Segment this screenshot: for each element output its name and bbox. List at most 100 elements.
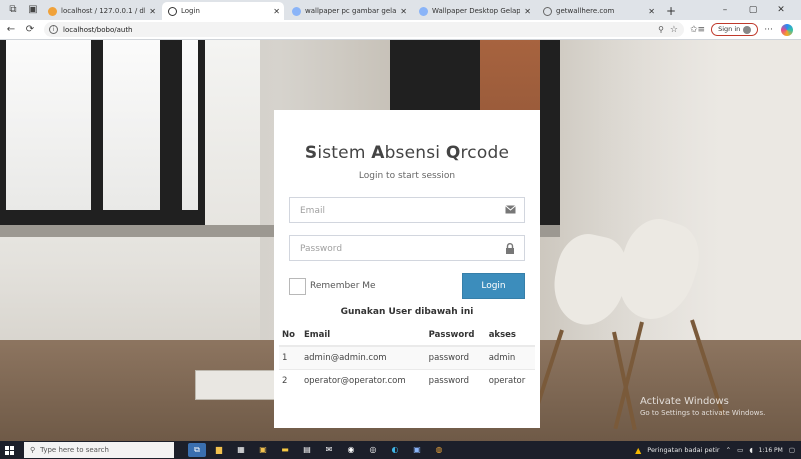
notifications-icon[interactable]: ▢ bbox=[789, 446, 795, 454]
zoom-icon[interactable]: ⚲ bbox=[658, 25, 664, 34]
close-tab-icon[interactable]: ✕ bbox=[524, 7, 531, 16]
phpmyadmin-favicon-icon bbox=[48, 6, 57, 16]
maximize-button[interactable]: ▢ bbox=[740, 0, 766, 20]
column-header: Email bbox=[300, 325, 426, 347]
copilot-icon[interactable] bbox=[780, 23, 793, 36]
table-row: 2 operator@operator.com password operato… bbox=[279, 369, 535, 392]
column-header: akses bbox=[485, 325, 535, 347]
system-tray: ▲ Peringatan badai petir ⌃ ▭ ◖ 1:16 PM ▢ bbox=[635, 446, 801, 455]
window-mullion bbox=[160, 40, 182, 225]
brand-letter: Q bbox=[445, 143, 461, 163]
volume-icon[interactable]: ◖ bbox=[749, 446, 752, 454]
tab-phpmyadmin[interactable]: localhost / 127.0.0.1 / db_sis ✕ bbox=[42, 2, 160, 20]
email-field-group bbox=[289, 197, 525, 223]
file-explorer-icon[interactable]: ▆ bbox=[210, 443, 228, 457]
tab-login[interactable]: Login ✕ bbox=[162, 2, 284, 20]
tab-title: Login bbox=[181, 7, 200, 15]
column-header: Password bbox=[425, 325, 486, 347]
url-field[interactable]: i localhost/bobo/auth ⚲ ☆ bbox=[44, 22, 684, 37]
tab-title: wallpaper pc gambar gelap bbox=[305, 7, 397, 15]
login-button[interactable]: Login bbox=[462, 273, 525, 299]
table-cell: password bbox=[425, 345, 486, 370]
tab-wallpaper-search[interactable]: wallpaper pc gambar gelap ✕ bbox=[286, 2, 411, 20]
remember-me[interactable]: Remember Me bbox=[289, 277, 376, 295]
login-subtitle: Login to start session bbox=[358, 171, 456, 181]
windows-logo-icon bbox=[4, 445, 14, 455]
radiator bbox=[195, 370, 280, 400]
table-cell: admin@admin.com bbox=[300, 345, 426, 370]
start-button[interactable] bbox=[0, 441, 18, 459]
search-icon: ⚲ bbox=[30, 446, 36, 454]
site-info-icon[interactable]: i bbox=[49, 25, 58, 34]
explorer-folder-icon[interactable]: ▬ bbox=[276, 443, 294, 457]
close-tab-icon[interactable]: ✕ bbox=[400, 7, 407, 16]
close-tab-icon[interactable]: ✕ bbox=[149, 7, 156, 16]
clock[interactable]: 1:16 PM bbox=[759, 447, 783, 454]
sign-in-label: Sign in bbox=[718, 25, 741, 33]
brand-text: rcode bbox=[460, 143, 510, 163]
sign-in-button[interactable]: Sign in bbox=[711, 23, 759, 36]
tray-chevron-icon[interactable]: ⌃ bbox=[726, 446, 731, 454]
tab-title: localhost / 127.0.0.1 / db_sis bbox=[61, 7, 145, 15]
calculator-icon[interactable]: ▤ bbox=[298, 443, 316, 457]
close-tab-icon[interactable]: ✕ bbox=[648, 7, 655, 16]
tab-getwallhere[interactable]: getwallhere.com ✕ bbox=[537, 2, 659, 20]
avatar-icon bbox=[743, 25, 752, 34]
window-glass bbox=[103, 40, 198, 210]
column-header: No bbox=[279, 325, 301, 347]
more-menu-icon[interactable]: ··· bbox=[764, 25, 773, 35]
settings-icon[interactable]: ◎ bbox=[364, 443, 382, 457]
edge-browser-icon[interactable]: ◐ bbox=[386, 443, 404, 457]
url-text: localhost/bobo/auth bbox=[63, 25, 133, 34]
email-input[interactable] bbox=[290, 199, 524, 223]
close-tab-icon[interactable]: ✕ bbox=[273, 7, 280, 16]
globe-icon bbox=[168, 6, 177, 16]
briefcase-icon[interactable]: ▣ bbox=[254, 443, 272, 457]
favorites-icon[interactable]: ✩≡ bbox=[690, 25, 705, 35]
remember-me-label: Remember Me bbox=[310, 281, 376, 291]
brand-letter: A bbox=[371, 143, 385, 163]
photos-icon[interactable]: ▣ bbox=[408, 443, 426, 457]
close-window-button[interactable]: ✕ bbox=[768, 0, 794, 20]
tab-title: getwallhere.com bbox=[556, 7, 615, 15]
brand-text: istem bbox=[317, 143, 372, 163]
table-cell: admin bbox=[485, 345, 535, 370]
task-view-icon[interactable]: ⧉ bbox=[188, 443, 206, 457]
favorite-star-icon[interactable]: ☆ bbox=[670, 25, 678, 35]
table-header-row: No Email Password akses bbox=[279, 325, 535, 347]
search-favicon-icon bbox=[419, 6, 428, 16]
tab-title: Wallpaper Desktop Gelap - bbox=[432, 7, 521, 15]
user-hint-heading: Gunakan User dibawah ini bbox=[340, 307, 474, 317]
table-row: 1 admin@admin.com password admin bbox=[279, 345, 535, 370]
table-cell: 2 bbox=[279, 369, 301, 392]
brand-letter: S bbox=[304, 143, 318, 163]
tab-actions-icon[interactable]: ▣ bbox=[26, 3, 40, 17]
workspaces-icon[interactable]: ⧉ bbox=[6, 3, 20, 17]
mail-icon[interactable]: ✉ bbox=[320, 443, 338, 457]
remember-me-checkbox[interactable] bbox=[289, 277, 306, 295]
password-input[interactable] bbox=[290, 237, 524, 261]
table-cell: password bbox=[425, 369, 486, 392]
refresh-icon[interactable]: ⟳ bbox=[22, 22, 38, 38]
chrome-icon[interactable]: ◍ bbox=[430, 443, 448, 457]
minimize-button[interactable]: – bbox=[712, 0, 738, 20]
activate-windows-watermark: Activate Windows Go to Settings to activ… bbox=[640, 396, 765, 417]
clock-time: 1:16 PM bbox=[758, 446, 783, 454]
back-arrow-icon[interactable]: ← bbox=[3, 22, 19, 38]
table-cell: operator bbox=[485, 369, 535, 392]
tab-wallpaper-desktop[interactable]: Wallpaper Desktop Gelap - ✕ bbox=[413, 2, 535, 20]
taskbar-search-box[interactable]: ⚲ Type here to search bbox=[24, 442, 174, 458]
network-icon[interactable]: ▭ bbox=[737, 446, 743, 454]
login-box: Sistem Absensi Qrcode Login to start ses… bbox=[274, 110, 540, 428]
store-icon[interactable]: ▦ bbox=[232, 443, 250, 457]
weather-notification[interactable]: Peringatan badai petir bbox=[647, 446, 719, 454]
table-cell: 1 bbox=[279, 345, 301, 370]
address-bar: ← ⟳ i localhost/bobo/auth ⚲ ☆ ✩≡ Sign in… bbox=[0, 20, 801, 40]
app-logo-text: Sistem Absensi Qrcode bbox=[289, 143, 525, 163]
warning-icon: ▲ bbox=[635, 445, 642, 455]
watermark-subtitle: Go to Settings to activate Windows. bbox=[640, 409, 766, 417]
envelope-icon bbox=[504, 205, 516, 216]
demo-users-table: No Email Password akses 1 admin@admin.co… bbox=[279, 325, 535, 392]
new-tab-button[interactable]: + bbox=[663, 3, 679, 19]
camera-icon[interactable]: ◉ bbox=[342, 443, 360, 457]
